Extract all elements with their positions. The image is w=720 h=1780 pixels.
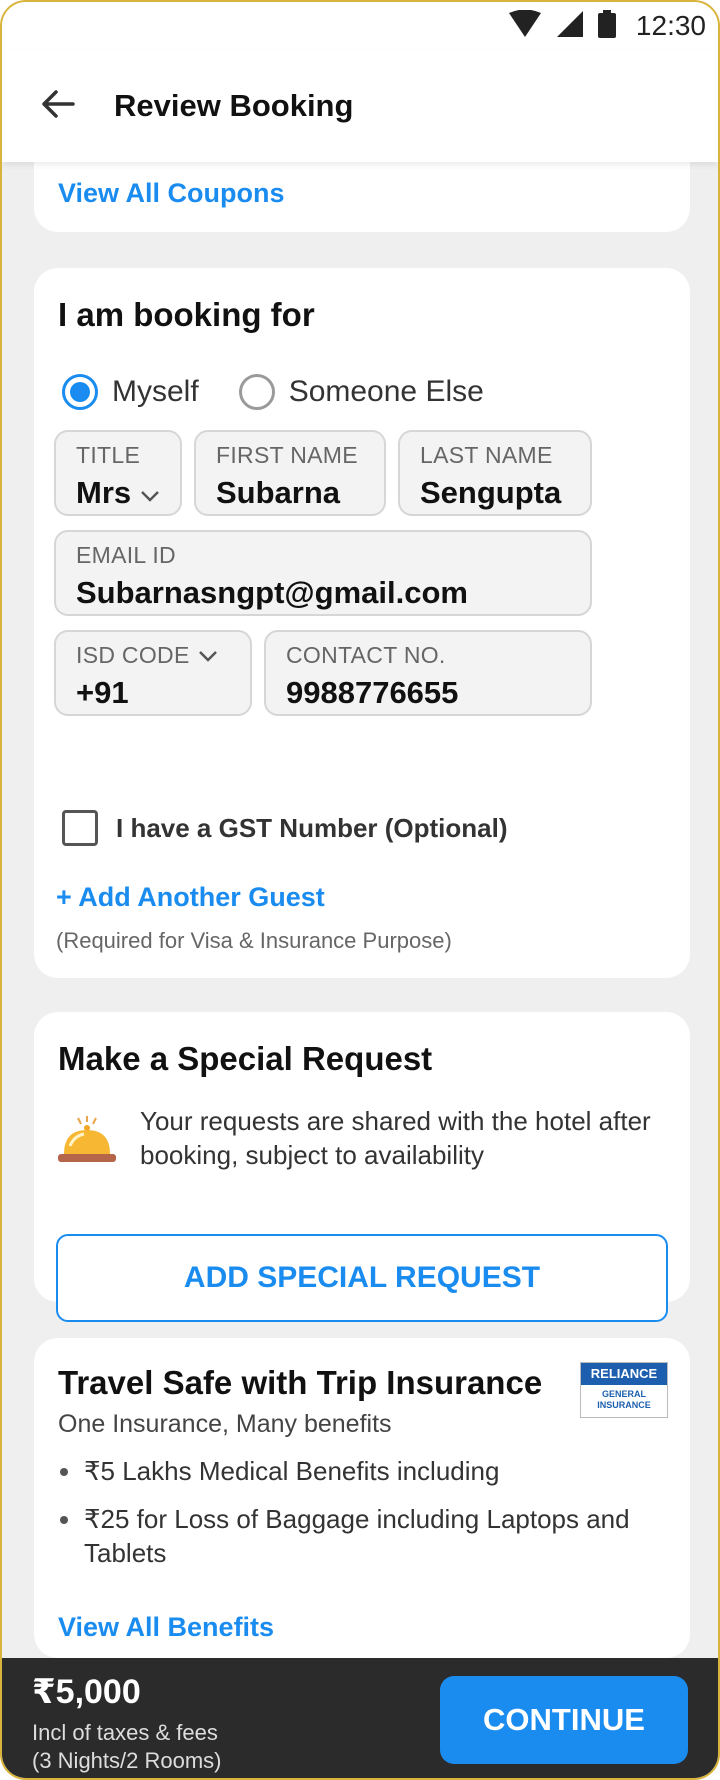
continue-button[interactable]: CONTINUE xyxy=(440,1676,688,1764)
radio-unselected-icon xyxy=(238,374,275,410)
email-label: EMAIL ID xyxy=(76,542,176,568)
view-all-benefits-link[interactable]: View All Benefits xyxy=(58,1612,274,1643)
radio-myself[interactable]: Myself xyxy=(62,374,199,410)
title-field-label: TITLE xyxy=(76,442,141,468)
chevron-down-icon xyxy=(198,642,218,669)
booking-for-radio-group: Myself Someone Else xyxy=(62,374,484,410)
gst-checkbox-row[interactable]: I have a GST Number (Optional) xyxy=(62,810,508,846)
page-title: Review Booking xyxy=(114,88,354,123)
special-request-title: Make a Special Request xyxy=(58,1040,433,1077)
booking-for-title: I am booking for xyxy=(58,296,315,333)
contact-number-field[interactable]: CONTACT NO. 9988776655 xyxy=(264,630,592,716)
status-bar: 12:30 xyxy=(2,2,718,50)
battery-icon xyxy=(597,9,616,43)
booking-for-card: I am booking for Myself Someone Else TIT… xyxy=(34,268,690,978)
first-name-field[interactable]: FIRST NAME Subarna xyxy=(194,430,386,516)
isd-code-select[interactable]: ISD CODE +91 xyxy=(54,630,252,716)
reliance-logo: RELIANCE GENERAL INSURANCE xyxy=(580,1362,668,1418)
insurance-subtitle: One Insurance, Many benefits xyxy=(58,1410,392,1438)
add-another-guest-link[interactable]: + Add Another Guest xyxy=(56,882,325,913)
app-header: Review Booking xyxy=(2,50,718,162)
radio-selected-icon xyxy=(62,374,98,410)
insurance-benefits-list: ₹5 Lakhs Medical Benefits including ₹25 … xyxy=(58,1454,658,1584)
price-stay-note: (3 Nights/2 Rooms) xyxy=(32,1748,222,1773)
insurance-card: Travel Safe with Trip Insurance One Insu… xyxy=(34,1338,690,1658)
first-name-value: Subarna xyxy=(216,475,341,510)
radio-someone-else-label: Someone Else xyxy=(288,375,484,408)
isd-code-label: ISD CODE xyxy=(76,642,190,668)
benefit-item: ₹5 Lakhs Medical Benefits including xyxy=(58,1454,658,1488)
radio-myself-label: Myself xyxy=(112,375,199,408)
gst-checkbox-label: I have a GST Number (Optional) xyxy=(116,812,508,843)
isd-code-value: +91 xyxy=(76,675,129,710)
title-select[interactable]: TITLE Mrs xyxy=(54,430,182,516)
total-price: ₹5,000 xyxy=(32,1673,141,1711)
special-request-note: Your requests are shared with the hotel … xyxy=(140,1106,651,1170)
price-tax-note: Incl of taxes & fees xyxy=(32,1720,218,1745)
gst-checkbox[interactable] xyxy=(62,810,98,846)
checkout-bar: ₹5,000 Incl of taxes & fees (3 Nights/2 … xyxy=(2,1658,718,1778)
first-name-label: FIRST NAME xyxy=(216,442,358,468)
view-all-coupons-link[interactable]: View All Coupons xyxy=(58,178,285,209)
signal-icon xyxy=(556,10,584,43)
radio-someone-else[interactable]: Someone Else xyxy=(238,374,484,410)
last-name-label: LAST NAME xyxy=(420,442,553,468)
special-request-card: Make a Special Request Your requests are… xyxy=(34,1012,690,1322)
add-guest-note: (Required for Visa & Insurance Purpose) xyxy=(56,928,452,953)
benefit-item: ₹25 for Loss of Baggage including Laptop… xyxy=(58,1502,658,1570)
contact-number-value: 9988776655 xyxy=(286,675,459,710)
phone-frame: 12:30 Review Booking View All Coupons I … xyxy=(0,0,720,1780)
email-value: Subarnasngpt@gmail.com xyxy=(76,575,468,610)
insurance-title: Travel Safe with Trip Insurance xyxy=(58,1364,543,1401)
add-special-request-button[interactable]: ADD SPECIAL REQUEST xyxy=(56,1234,668,1322)
wifi-icon xyxy=(508,9,542,43)
contact-number-label: CONTACT NO. xyxy=(286,642,446,668)
service-bell-icon xyxy=(56,1114,118,1173)
chevron-down-icon xyxy=(140,475,160,511)
status-time: 12:30 xyxy=(635,10,706,41)
back-button[interactable] xyxy=(2,50,114,162)
arrow-left-icon xyxy=(41,89,75,124)
title-field-value: Mrs xyxy=(76,475,132,510)
email-field[interactable]: EMAIL ID Subarnasngpt@gmail.com xyxy=(54,530,592,616)
last-name-field[interactable]: LAST NAME Sengupta xyxy=(398,430,592,516)
last-name-value: Sengupta xyxy=(420,475,562,510)
